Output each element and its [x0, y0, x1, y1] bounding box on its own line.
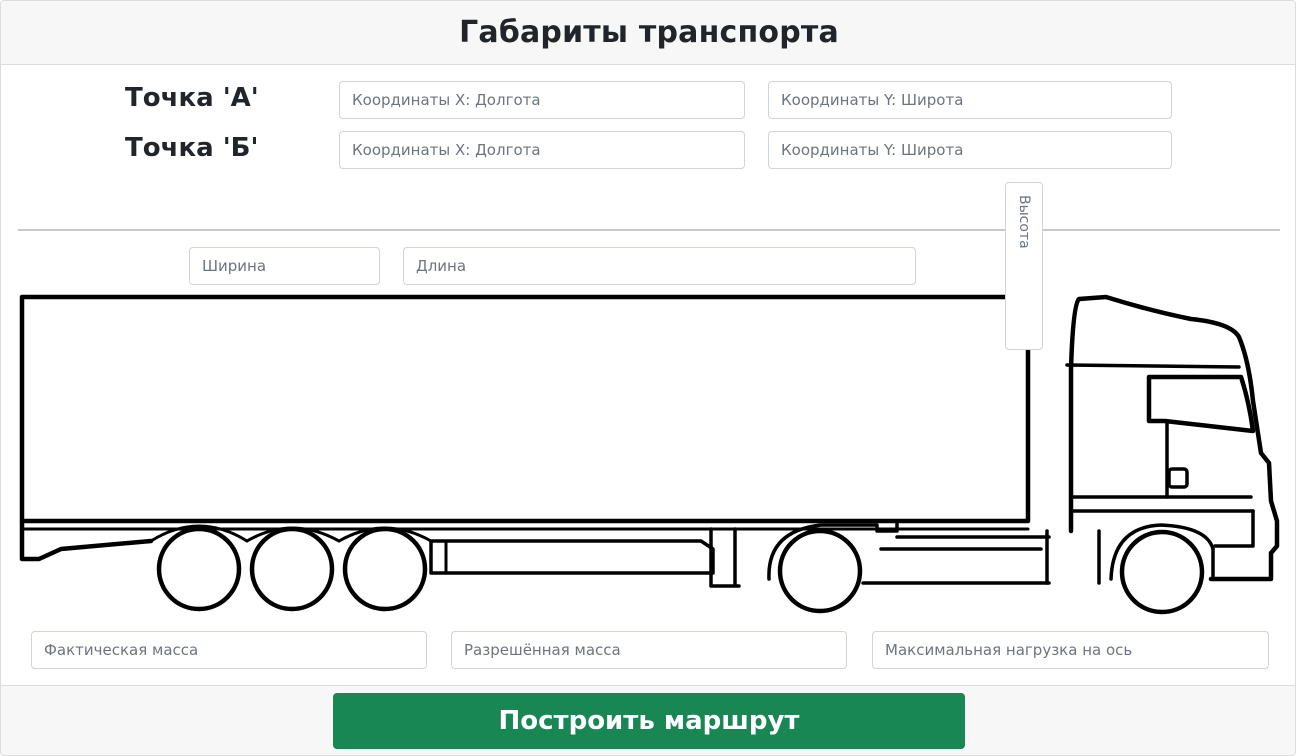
- cab-window: [1146, 374, 1256, 434]
- trailer-wheel-3: [342, 526, 428, 612]
- cab-outline: [1068, 294, 1280, 582]
- vehicle-dimensions-card: Габариты транспорта Точка 'А' Точка 'Б' …: [0, 0, 1296, 756]
- height-placeholder: Высота: [1016, 195, 1032, 249]
- tractor-chassis-lines: [861, 535, 1051, 585]
- width-input[interactable]: [189, 247, 380, 285]
- tractor-rear-wheel: [777, 528, 863, 614]
- front-bumper: [1211, 509, 1255, 581]
- door-handle: [1167, 467, 1189, 489]
- trailer-wheel-2: [249, 526, 335, 612]
- trailer-rear-frame: [19, 518, 154, 562]
- height-input[interactable]: Высота: [1005, 182, 1043, 350]
- cab-step-frame: [1045, 529, 1101, 585]
- build-route-button[interactable]: Построить маршрут: [333, 693, 965, 749]
- side-rail: [429, 539, 715, 575]
- tractor-front-wheel: [1119, 529, 1205, 615]
- truck-outline-icon: [19, 294, 1280, 615]
- landing-gear: [709, 527, 741, 588]
- trailer-wheel-1: [156, 526, 242, 612]
- trailer-box: [19, 294, 1031, 524]
- length-input[interactable]: [403, 247, 916, 285]
- cab-roof-line: [1065, 363, 1241, 369]
- cab-steps: [1069, 495, 1255, 513]
